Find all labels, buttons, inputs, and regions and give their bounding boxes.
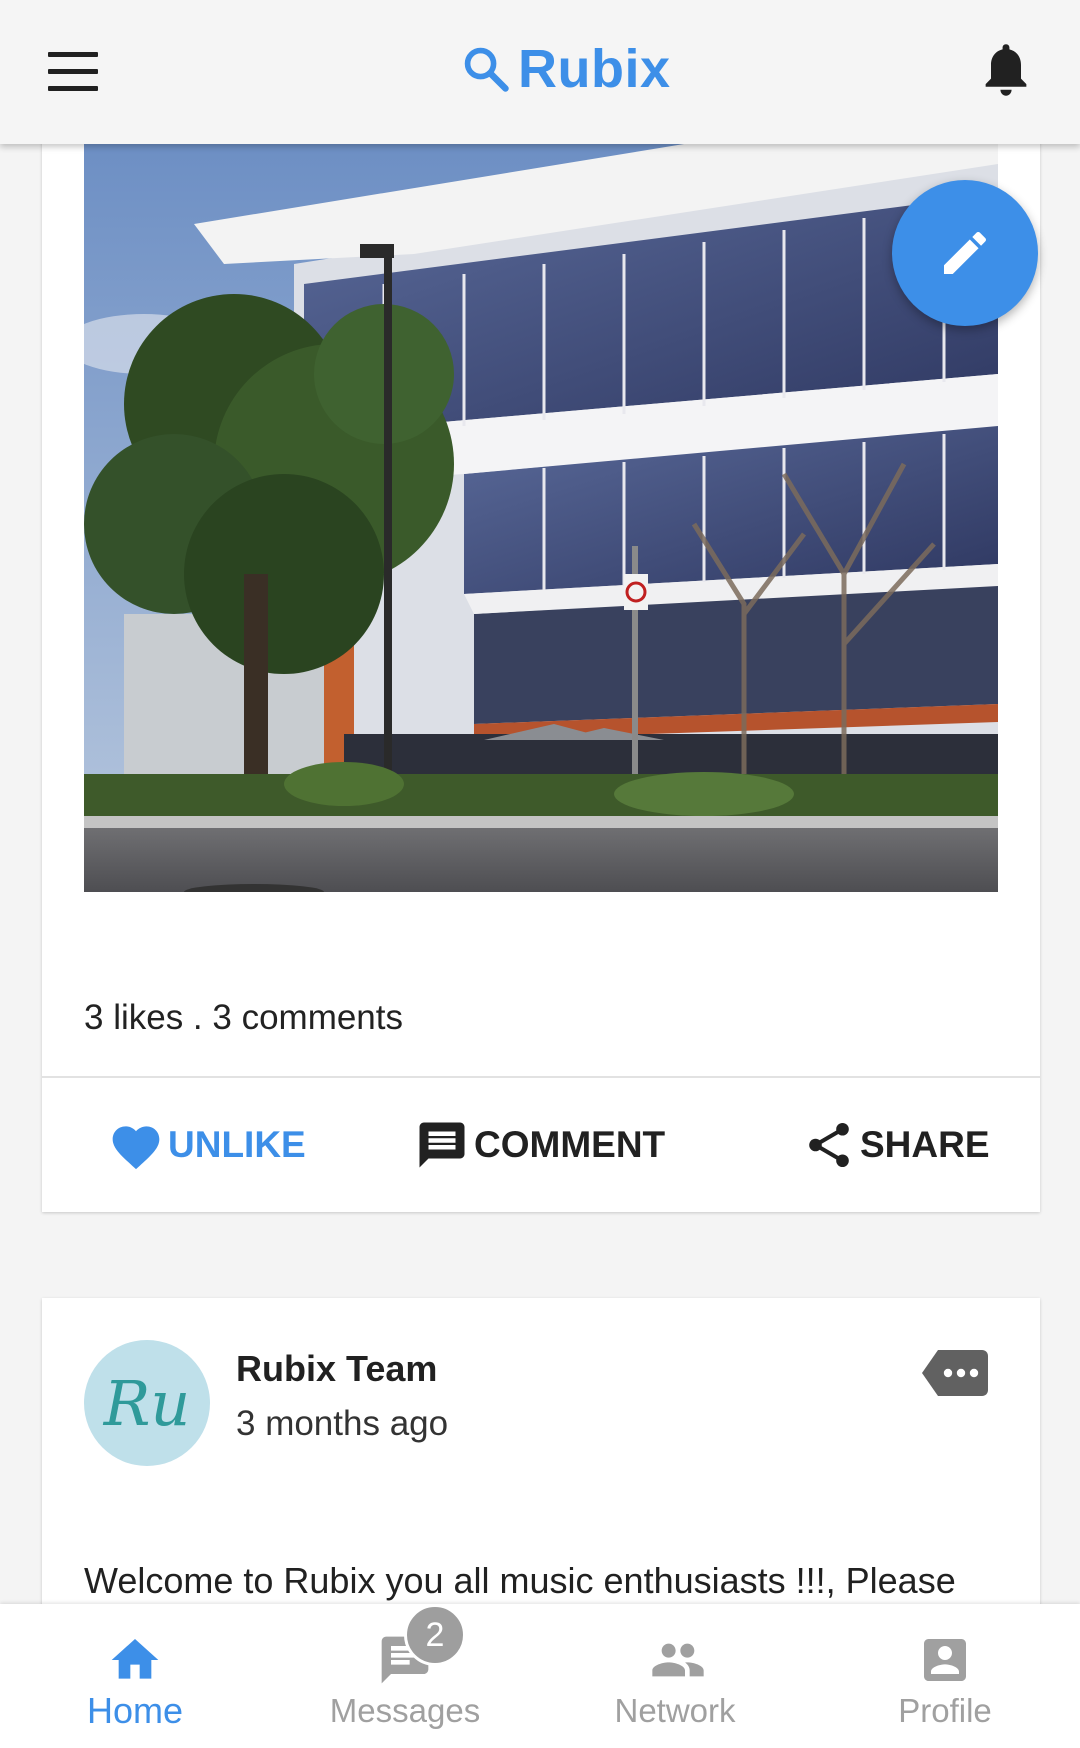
bell-icon[interactable] [980, 40, 1032, 100]
avatar-logo-text: Ru [103, 1366, 191, 1440]
profile-icon [924, 1639, 966, 1681]
nav-profile[interactable]: Profile [810, 1604, 1080, 1748]
heart-icon [112, 1126, 160, 1170]
share-icon [809, 1122, 849, 1168]
menu-icon[interactable] [48, 52, 98, 92]
app-brand[interactable]: Rubix [460, 38, 671, 100]
compose-fab-button[interactable] [892, 180, 1038, 326]
people-icon [652, 1643, 704, 1677]
post-stats: 3 likes . 3 comments [84, 998, 403, 1037]
more-options-icon[interactable] [922, 1350, 988, 1396]
top-app-bar: Rubix [0, 0, 1080, 144]
post-card: 3 likes . 3 comments UNLIKE COMMENT SHAR… [42, 100, 1040, 1212]
search-icon[interactable] [460, 43, 512, 95]
unlike-button[interactable]: UNLIKE [108, 1078, 306, 1212]
nav-label: Network [614, 1692, 736, 1729]
post-actions: UNLIKE COMMENT SHARE [42, 1078, 1040, 1212]
office-building-photo [84, 144, 998, 892]
pencil-icon [944, 231, 987, 274]
post-timestamp: 3 months ago [236, 1404, 449, 1443]
share-label: SHARE [860, 1124, 990, 1165]
nav-network[interactable]: Network [540, 1604, 810, 1748]
post-image[interactable] [84, 144, 998, 892]
nav-home[interactable]: Home [0, 1604, 270, 1748]
share-button[interactable]: SHARE [802, 1078, 990, 1212]
nav-label: Profile [898, 1692, 992, 1729]
bottom-navigation: Home 2 Messages Network Profile [0, 1604, 1080, 1748]
nav-messages[interactable]: 2 Messages [270, 1604, 540, 1748]
nav-label: Messages [329, 1692, 481, 1729]
home-icon [111, 1639, 159, 1679]
comment-icon [419, 1122, 465, 1168]
post-text: Welcome to Rubix you all music enthusias… [84, 1560, 956, 1601]
unread-badge: 2 [404, 1604, 466, 1666]
nav-label: Home [86, 1690, 184, 1731]
app-title: Rubix [518, 39, 671, 99]
post-author[interactable]: Rubix Team [236, 1348, 437, 1390]
comment-button[interactable]: COMMENT [414, 1078, 665, 1212]
avatar[interactable]: Ru [84, 1340, 210, 1466]
unlike-label: UNLIKE [168, 1124, 306, 1165]
comment-label: COMMENT [474, 1124, 666, 1165]
